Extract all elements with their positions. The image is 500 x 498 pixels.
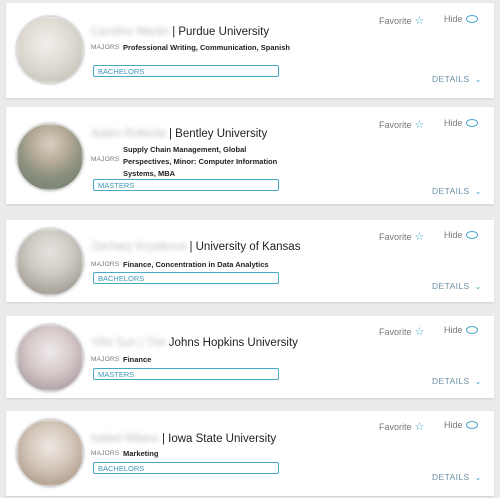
favorite-label: Favorite <box>379 120 412 130</box>
university-name: Johns Hopkins University <box>168 337 298 349</box>
card-title: Isabel Milano | Iowa State University <box>91 433 276 445</box>
details-button[interactable]: DETAILS ⌄ <box>432 281 482 291</box>
favorite-label: Favorite <box>379 327 412 337</box>
majors-label: MAJORS <box>91 156 120 163</box>
details-button[interactable]: DETAILS ⌄ <box>432 74 482 84</box>
star-outline-icon: ☆ <box>414 326 425 338</box>
favorite-label: Favorite <box>379 232 412 242</box>
card-title: Zachary Kiryakova | University of Kansas <box>91 241 300 253</box>
hide-button[interactable]: Hide <box>444 230 478 240</box>
student-card: Yifei Sun | The Johns Hopkins University… <box>6 316 494 398</box>
majors-text: Professional Writing, Communication, Spa… <box>123 43 290 52</box>
details-label: DETAILS <box>432 376 470 386</box>
favorite-label: Favorite <box>379 16 412 26</box>
degree-badge: MASTERS <box>93 368 279 380</box>
majors-text: Finance <box>123 355 152 364</box>
chevron-down-icon: ⌄ <box>474 377 482 386</box>
avatar <box>17 420 83 486</box>
student-name: Zachary Kiryakova <box>91 241 187 253</box>
card-title: Adam Rokkola | Bentley University <box>91 128 267 140</box>
star-outline-icon: ☆ <box>414 119 425 131</box>
favorite-label: Favorite <box>379 422 412 432</box>
university-name: | University of Kansas <box>189 241 301 253</box>
details-button[interactable]: DETAILS ⌄ <box>432 472 482 482</box>
hide-label: Hide <box>444 325 463 335</box>
details-button[interactable]: DETAILS ⌄ <box>432 186 482 196</box>
student-name: Adam Rokkola <box>91 128 166 140</box>
majors-text: Supply Chain Management, Global Perspect… <box>123 145 278 178</box>
hide-label: Hide <box>444 118 463 128</box>
student-name: Caroline Martin <box>91 26 169 38</box>
avatar <box>17 17 83 83</box>
degree-badge: BACHELORS <box>93 272 279 284</box>
chevron-down-icon: ⌄ <box>474 187 482 196</box>
degree-badge: BACHELORS <box>93 65 279 77</box>
star-outline-icon: ☆ <box>414 231 425 243</box>
majors-text: Finance, Concentration in Data Analytics <box>123 260 269 269</box>
hide-button[interactable]: Hide <box>444 325 478 335</box>
eye-icon <box>465 119 478 127</box>
student-card: Isabel Milano | Iowa State University MA… <box>6 411 494 496</box>
hide-label: Hide <box>444 14 463 24</box>
avatar <box>17 325 83 391</box>
chevron-down-icon: ⌄ <box>474 282 482 291</box>
student-card: Adam Rokkola | Bentley University MAJORS… <box>6 107 494 204</box>
university-name: | Iowa State University <box>161 433 277 445</box>
eye-icon <box>465 15 478 23</box>
eye-icon <box>465 421 478 429</box>
majors-label: MAJORS <box>91 261 120 268</box>
student-card: Caroline Martin | Purdue University MAJO… <box>6 3 494 98</box>
details-label: DETAILS <box>432 74 470 84</box>
details-label: DETAILS <box>432 186 470 196</box>
details-button[interactable]: DETAILS ⌄ <box>432 376 482 386</box>
eye-icon <box>465 326 478 334</box>
details-label: DETAILS <box>432 281 470 291</box>
star-outline-icon: ☆ <box>414 15 425 27</box>
majors-label: MAJORS <box>91 450 120 457</box>
university-name: | Bentley University <box>169 128 268 140</box>
student-name: Isabel Milano <box>91 433 159 445</box>
favorite-button[interactable]: Favorite ☆ <box>379 14 424 27</box>
chevron-down-icon: ⌄ <box>474 473 482 482</box>
details-label: DETAILS <box>432 472 470 482</box>
university-name: | Purdue University <box>172 26 270 38</box>
student-card: Zachary Kiryakova | University of Kansas… <box>6 220 494 302</box>
degree-badge: MASTERS <box>93 179 279 191</box>
student-name: Yifei Sun | The <box>91 337 166 349</box>
majors-label: MAJORS <box>91 356 120 363</box>
favorite-button[interactable]: Favorite ☆ <box>379 230 424 243</box>
eye-icon <box>465 231 478 239</box>
majors-text: Marketing <box>123 449 159 458</box>
hide-button[interactable]: Hide <box>444 14 478 24</box>
card-title: Yifei Sun | The Johns Hopkins University <box>91 337 298 349</box>
favorite-button[interactable]: Favorite ☆ <box>379 420 424 433</box>
avatar <box>17 124 83 190</box>
hide-button[interactable]: Hide <box>444 118 478 128</box>
favorite-button[interactable]: Favorite ☆ <box>379 118 424 131</box>
majors-label: MAJORS <box>91 44 120 51</box>
star-outline-icon: ☆ <box>414 421 425 433</box>
card-title: Caroline Martin | Purdue University <box>91 26 269 38</box>
avatar <box>17 229 83 295</box>
degree-badge: BACHELORS <box>93 462 279 474</box>
favorite-button[interactable]: Favorite ☆ <box>379 325 424 338</box>
hide-label: Hide <box>444 230 463 240</box>
hide-label: Hide <box>444 420 463 430</box>
chevron-down-icon: ⌄ <box>474 75 482 84</box>
hide-button[interactable]: Hide <box>444 420 478 430</box>
